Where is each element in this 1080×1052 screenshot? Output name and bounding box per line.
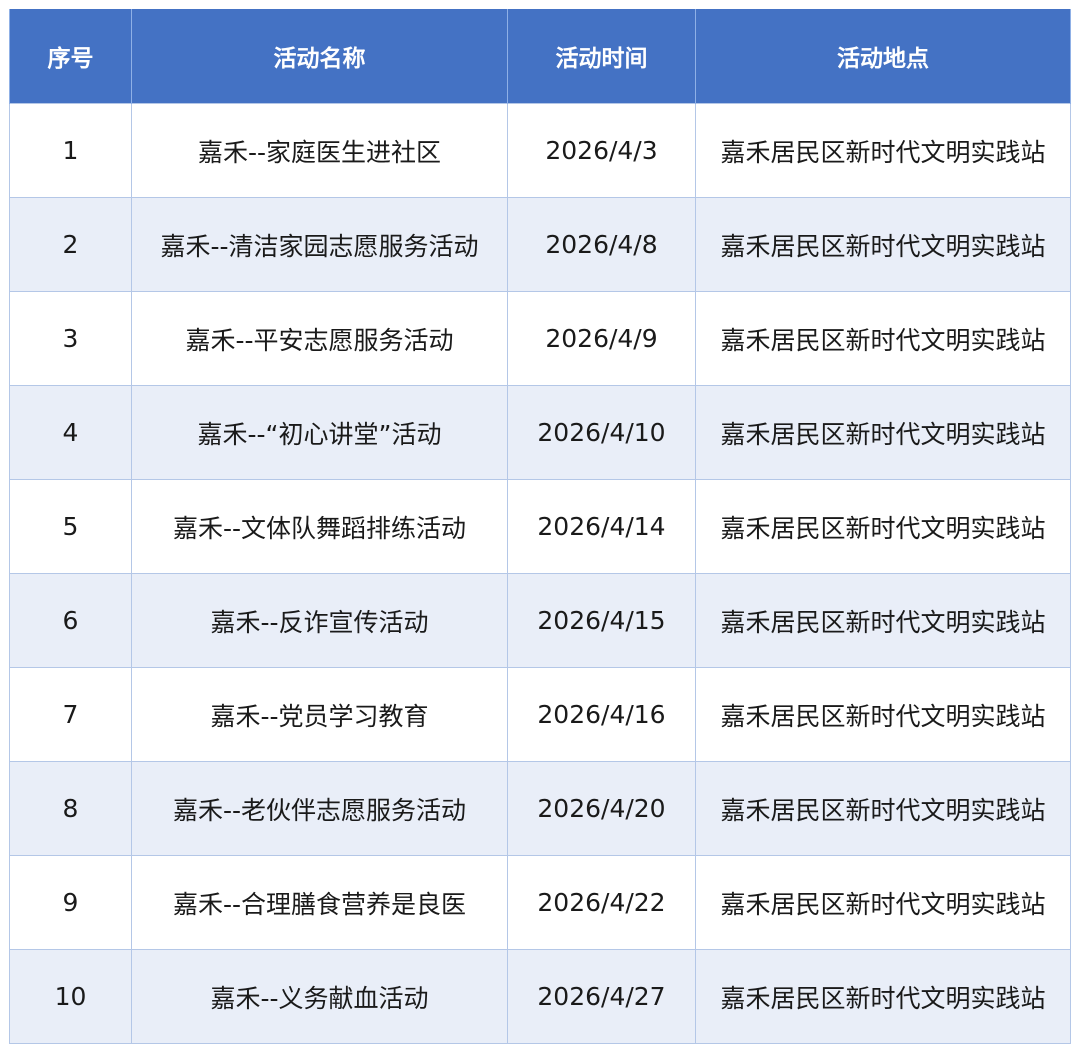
cell-activity-name: 嘉禾--反诈宣传活动 [131,573,508,668]
header-row: 序号 活动名称 活动时间 活动地点 [9,9,1071,104]
cell-index: 2 [9,197,132,292]
table-row: 5 嘉禾--文体队舞蹈排练活动 2026/4/14 嘉禾居民区新时代文明实践站 [9,479,1071,574]
cell-activity-location: 嘉禾居民区新时代文明实践站 [695,949,1071,1044]
cell-activity-name: 嘉禾--文体队舞蹈排练活动 [131,479,508,574]
header-activity-location: 活动地点 [695,9,1071,104]
cell-activity-location: 嘉禾居民区新时代文明实践站 [695,667,1071,762]
table-row: 3 嘉禾--平安志愿服务活动 2026/4/9 嘉禾居民区新时代文明实践站 [9,291,1071,386]
cell-activity-location: 嘉禾居民区新时代文明实践站 [695,291,1071,386]
cell-activity-date: 2026/4/3 [507,103,696,198]
cell-activity-date: 2026/4/8 [507,197,696,292]
cell-index: 5 [9,479,132,574]
cell-activity-name: 嘉禾--合理膳食营养是良医 [131,855,508,950]
cell-activity-date: 2026/4/10 [507,385,696,480]
cell-index: 1 [9,103,132,198]
cell-activity-date: 2026/4/9 [507,291,696,386]
cell-activity-date: 2026/4/14 [507,479,696,574]
table-row: 10 嘉禾--义务献血活动 2026/4/27 嘉禾居民区新时代文明实践站 [9,949,1071,1044]
cell-activity-location: 嘉禾居民区新时代文明实践站 [695,573,1071,668]
activity-schedule-table: 序号 活动名称 活动时间 活动地点 1 嘉禾--家庭医生进社区 2026/4/3… [9,9,1071,1044]
table-row: 2 嘉禾--清洁家园志愿服务活动 2026/4/8 嘉禾居民区新时代文明实践站 [9,197,1071,292]
table-header: 序号 活动名称 活动时间 活动地点 [9,9,1071,104]
table-row: 7 嘉禾--党员学习教育 2026/4/16 嘉禾居民区新时代文明实践站 [9,667,1071,762]
cell-activity-date: 2026/4/22 [507,855,696,950]
cell-activity-location: 嘉禾居民区新时代文明实践站 [695,385,1071,480]
cell-activity-name: 嘉禾--平安志愿服务活动 [131,291,508,386]
cell-index: 7 [9,667,132,762]
table-row: 8 嘉禾--老伙伴志愿服务活动 2026/4/20 嘉禾居民区新时代文明实践站 [9,761,1071,856]
cell-index: 8 [9,761,132,856]
cell-activity-name: 嘉禾--家庭医生进社区 [131,103,508,198]
header-activity-name: 活动名称 [131,9,508,104]
table-row: 6 嘉禾--反诈宣传活动 2026/4/15 嘉禾居民区新时代文明实践站 [9,573,1071,668]
header-index: 序号 [9,9,132,104]
table-row: 9 嘉禾--合理膳食营养是良医 2026/4/22 嘉禾居民区新时代文明实践站 [9,855,1071,950]
cell-activity-name: 嘉禾--清洁家园志愿服务活动 [131,197,508,292]
cell-index: 10 [9,949,132,1044]
cell-activity-name: 嘉禾--老伙伴志愿服务活动 [131,761,508,856]
cell-activity-date: 2026/4/16 [507,667,696,762]
cell-activity-location: 嘉禾居民区新时代文明实践站 [695,761,1071,856]
cell-index: 9 [9,855,132,950]
cell-activity-date: 2026/4/20 [507,761,696,856]
cell-activity-name: 嘉禾--义务献血活动 [131,949,508,1044]
cell-index: 4 [9,385,132,480]
schedule-table-container: 序号 活动名称 活动时间 活动地点 1 嘉禾--家庭医生进社区 2026/4/3… [9,9,1071,1044]
cell-activity-location: 嘉禾居民区新时代文明实践站 [695,479,1071,574]
table-body: 1 嘉禾--家庭医生进社区 2026/4/3 嘉禾居民区新时代文明实践站 2 嘉… [9,103,1071,1044]
cell-index: 3 [9,291,132,386]
cell-activity-location: 嘉禾居民区新时代文明实践站 [695,197,1071,292]
cell-index: 6 [9,573,132,668]
cell-activity-location: 嘉禾居民区新时代文明实践站 [695,103,1071,198]
cell-activity-name: 嘉禾--“初心讲堂”活动 [131,385,508,480]
cell-activity-location: 嘉禾居民区新时代文明实践站 [695,855,1071,950]
cell-activity-name: 嘉禾--党员学习教育 [131,667,508,762]
cell-activity-date: 2026/4/27 [507,949,696,1044]
table-row: 1 嘉禾--家庭医生进社区 2026/4/3 嘉禾居民区新时代文明实践站 [9,103,1071,198]
table-row: 4 嘉禾--“初心讲堂”活动 2026/4/10 嘉禾居民区新时代文明实践站 [9,385,1071,480]
cell-activity-date: 2026/4/15 [507,573,696,668]
header-activity-date: 活动时间 [507,9,696,104]
